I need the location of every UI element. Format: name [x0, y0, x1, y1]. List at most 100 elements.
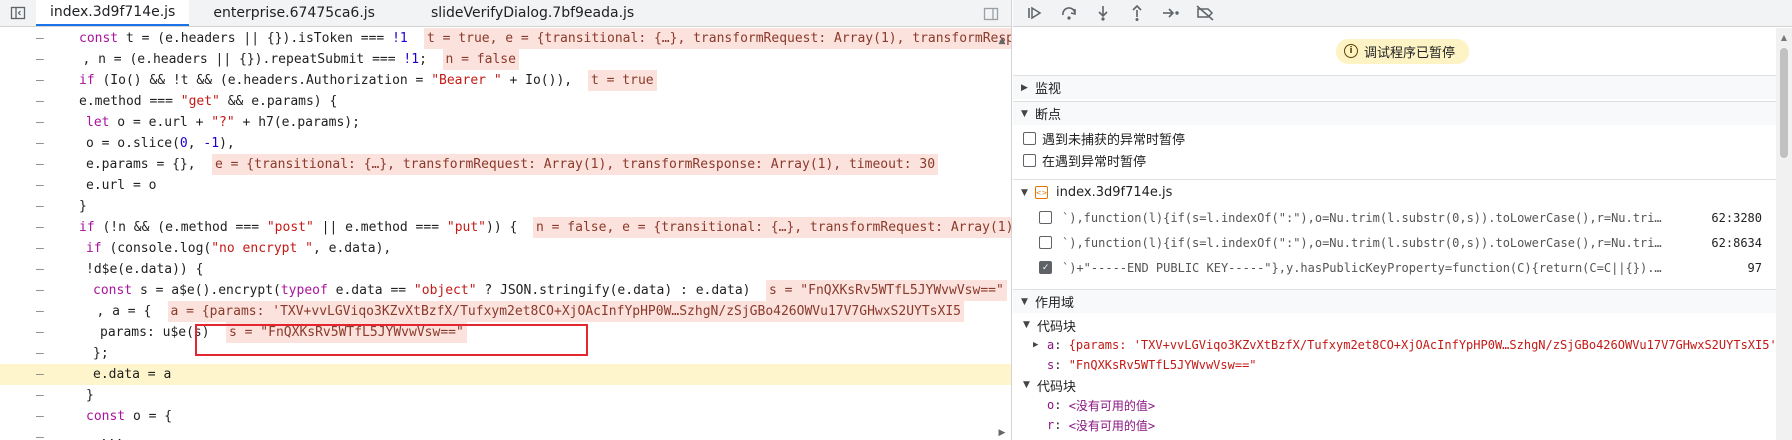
breakpoint-file-row[interactable]: ▼ <> index.3d9f714e.js: [1013, 179, 1792, 205]
line-gutter-marker[interactable]: –: [36, 427, 48, 440]
inline-value-hint: n = false: [442, 49, 519, 70]
var-value: {params: 'TXV+vvLGViqo3KZvXtBzfX/Tufxym2…: [1068, 338, 1784, 352]
code-line[interactable]: – , n = (e.headers || {}).repeatSubmit ==…: [0, 49, 1011, 70]
code-line[interactable]: – , a = {a = {params: 'TXV+vvLGViqo3KZvXt…: [0, 301, 1011, 322]
source-editor-panel: index.3d9f714e.js enterprise.67475ca6.js…: [0, 0, 1012, 440]
toggle-navigator-icon[interactable]: [0, 0, 36, 26]
code-text: const o = {: [86, 409, 173, 424]
scroll-up-icon[interactable]: ▲: [997, 36, 1007, 46]
resume-button[interactable]: [1021, 1, 1049, 25]
caret-down-icon: ▼: [1021, 296, 1028, 307]
scope-block-label: 代码块: [1037, 319, 1077, 335]
code-line[interactable]: –}: [0, 196, 1011, 217]
pause-caught-checkbox[interactable]: [1023, 153, 1036, 167]
watch-header[interactable]: ▶ 监视: [1013, 75, 1792, 99]
code-view[interactable]: – const t = (e.headers || {}).isToken ===…: [0, 28, 1011, 440]
code-line[interactable]: – if (console.log("no encrypt ", e.data),: [0, 238, 1011, 259]
line-gutter-marker[interactable]: –: [36, 49, 48, 70]
code-text: if (!n && (e.method === "post" || e.meth…: [79, 220, 518, 235]
code-line[interactable]: –}: [0, 385, 1011, 406]
scroll-thumb[interactable]: [1780, 48, 1788, 158]
line-gutter-marker[interactable]: –: [36, 301, 48, 322]
breakpoint-checkbox[interactable]: [1039, 211, 1052, 224]
breakpoints-header[interactable]: ▼ 断点: [1013, 101, 1792, 125]
tab-index-js[interactable]: index.3d9f714e.js: [36, 0, 190, 26]
scroll-up-icon[interactable]: ▲: [1779, 32, 1789, 42]
scope-var-s[interactable]: s: "FnQXKsRv5WTfL5JYWvwVsw==": [1013, 355, 1792, 375]
code-line[interactable]: – const o = {: [0, 406, 1011, 427]
pause-uncaught-checkbox[interactable]: [1023, 131, 1036, 145]
breakpoint-file-name: index.3d9f714e.js: [1056, 185, 1173, 200]
sidebar-scrollbar[interactable]: ▲: [1776, 28, 1792, 440]
breakpoint-item[interactable]: `),function(l){if(s=l.indexOf(":"),o=Nu.…: [1013, 230, 1792, 255]
deactivate-breakpoints-button[interactable]: [1191, 1, 1219, 25]
code-line[interactable]: – if (!n && (e.method === "post" || e.met…: [0, 217, 1011, 238]
tab-label: slideVerifyDialog.7bf9eada.js: [430, 5, 635, 21]
code-line[interactable]: – e.params = {}, e = {transitional: {…}, t…: [0, 154, 1011, 175]
pause-caught-row[interactable]: 在遇到异常时暂停: [1013, 149, 1792, 171]
scope-header[interactable]: ▼ 作用域: [1013, 289, 1792, 313]
scope-title: 作用域: [1035, 296, 1075, 311]
inline-value-hint: t = true: [588, 70, 657, 91]
code-text: if (Io() && !t && (e.headers.Authorizati…: [79, 73, 573, 88]
code-line[interactable]: – if (Io() && !t && (e.headers.Authorizat…: [0, 70, 1011, 91]
inline-value-hint: e = {transitional: {…}, transformRequest…: [212, 154, 939, 175]
code-line[interactable]: – let o = e.url + "?" + h7(e.params);: [0, 112, 1011, 133]
code-line[interactable]: – !d$e(e.data)) {: [0, 259, 1011, 280]
breakpoint-location: 62:3280: [1711, 210, 1762, 225]
line-gutter-marker[interactable]: –: [36, 112, 48, 133]
line-gutter-marker[interactable]: –: [36, 322, 48, 343]
scope-block-2[interactable]: ▼ 代码块: [1013, 375, 1792, 395]
breakpoint-item[interactable]: `),function(l){if(s=l.indexOf(":"),o=Nu.…: [1013, 205, 1792, 230]
line-gutter-marker[interactable]: –: [36, 385, 48, 406]
code-line[interactable]: – e.method === "get" && e.params) {: [0, 91, 1011, 112]
toggle-debugger-icon[interactable]: [975, 0, 1007, 27]
code-line[interactable]: –};: [0, 343, 1011, 364]
tab-label: index.3d9f714e.js: [50, 4, 176, 20]
line-gutter-marker[interactable]: –: [36, 175, 48, 196]
line-gutter-marker[interactable]: –: [36, 28, 48, 49]
breakpoint-checkbox[interactable]: ✓: [1039, 261, 1052, 274]
step-into-button[interactable]: [1089, 1, 1117, 25]
scope-var-a[interactable]: ▶ a: {params: 'TXV+vvLGViqo3KZvXtBzfX/Tu…: [1013, 335, 1792, 355]
code-text: params: u$e(s): [100, 325, 210, 340]
code-line[interactable]: – const s = a$e().encrypt(typeof e.data =…: [0, 280, 1011, 301]
scope-var-r[interactable]: r: <没有可用的值>: [1013, 415, 1792, 435]
line-gutter-marker[interactable]: –: [36, 406, 48, 427]
pause-uncaught-row[interactable]: 遇到未捕获的异常时暂停: [1013, 127, 1792, 149]
step-out-button[interactable]: [1123, 1, 1151, 25]
code-line[interactable]: – o = o.slice(0, -1),: [0, 133, 1011, 154]
breakpoint-item[interactable]: ✓ `)+"-----END PUBLIC KEY-----"},y.hasPub…: [1013, 255, 1792, 280]
scope-block-1[interactable]: ▼ 代码块: [1013, 315, 1792, 335]
code-line[interactable]: – params: u$e(s) s = "FnQXKsRv5WTfL5JYWvwV…: [0, 322, 1011, 343]
line-gutter-marker[interactable]: –: [36, 70, 48, 91]
line-gutter-marker[interactable]: –: [36, 196, 48, 217]
code-line[interactable]: – e.data = a: [0, 364, 1011, 385]
scope-var-o[interactable]: o: <没有可用的值>: [1013, 395, 1792, 415]
code-text: const t = (e.headers || {}).isToken === …: [79, 31, 408, 46]
watch-title: 监视: [1035, 82, 1062, 97]
step-button[interactable]: [1157, 1, 1185, 25]
breakpoint-checkbox[interactable]: [1039, 236, 1052, 249]
code-line[interactable]: – const t = (e.headers || {}).isToken ===…: [0, 28, 1011, 49]
code-line[interactable]: – e.url = o: [0, 175, 1011, 196]
tab-enterprise-js[interactable]: enterprise.67475ca6.js: [199, 0, 389, 26]
code-line[interactable]: –...: [0, 427, 1011, 440]
line-gutter-marker[interactable]: –: [36, 217, 48, 238]
colon: :: [1054, 358, 1069, 372]
scroll-right-icon[interactable]: ▶: [997, 428, 1007, 438]
line-gutter-marker[interactable]: –: [36, 280, 48, 301]
line-gutter-marker[interactable]: –: [36, 91, 48, 112]
line-gutter-marker[interactable]: –: [36, 133, 48, 154]
tab-slideverify-js[interactable]: slideVerifyDialog.7bf9eada.js: [417, 0, 648, 26]
step-over-button[interactable]: [1055, 1, 1083, 25]
inline-value-hint: t = true, e = {transitional: {…}, transf…: [424, 28, 1011, 49]
code-text: e.params = {},: [86, 157, 196, 172]
line-gutter-marker[interactable]: –: [36, 238, 48, 259]
line-gutter-marker[interactable]: –: [36, 259, 48, 280]
tab-label: enterprise.67475ca6.js: [213, 5, 375, 21]
line-gutter-marker[interactable]: –: [36, 343, 48, 364]
line-gutter-marker[interactable]: –: [36, 154, 48, 175]
line-gutter-marker[interactable]: –: [36, 364, 48, 385]
code-text: if (console.log("no encrypt ", e.data),: [86, 241, 392, 256]
